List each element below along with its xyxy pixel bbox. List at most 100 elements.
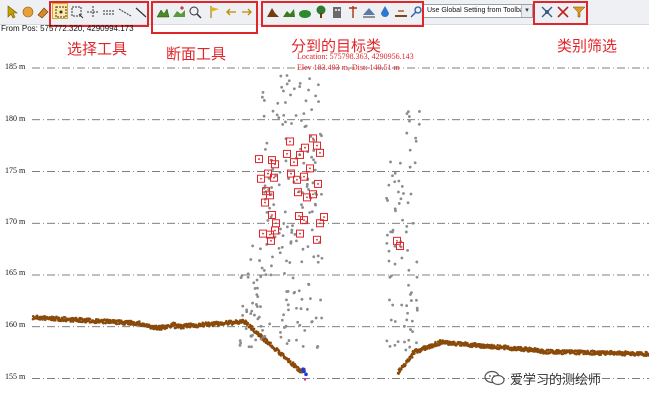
vegetation-point <box>393 262 397 266</box>
vegetation-point <box>385 339 389 343</box>
vegetation-point <box>281 123 285 126</box>
classified-point <box>303 175 305 178</box>
vegetation-point <box>302 112 306 116</box>
vegetation-point <box>389 160 392 164</box>
classified-point <box>262 232 264 235</box>
vegetation-points <box>238 74 421 352</box>
vegetation-point <box>250 309 254 313</box>
vegetation-point <box>259 247 262 251</box>
classified-point <box>264 201 266 204</box>
vegetation-point <box>277 246 281 250</box>
vegetation-point <box>286 303 290 307</box>
vegetation-point <box>262 269 266 272</box>
vegetation-point <box>307 88 310 92</box>
vegetation-point <box>285 259 288 263</box>
vegetation-point <box>393 180 397 184</box>
vegetation-point <box>415 275 419 279</box>
vegetation-point <box>313 161 317 164</box>
ground-point <box>171 324 174 328</box>
ground-point <box>54 318 57 322</box>
vegetation-point <box>310 210 314 213</box>
ground-point <box>138 320 141 323</box>
classified-point <box>317 183 319 185</box>
vegetation-point <box>298 85 302 88</box>
classified-point <box>273 176 275 179</box>
vegetation-point <box>266 219 270 222</box>
vegetation-point <box>256 317 260 321</box>
vegetation-point <box>292 291 296 295</box>
ground-point <box>399 368 403 371</box>
vegetation-point <box>283 326 286 329</box>
vegetation-point <box>287 177 290 181</box>
vegetation-point <box>385 233 389 237</box>
y-tick-175: 175 m <box>5 166 26 175</box>
vegetation-point <box>278 251 282 255</box>
vegetation-point <box>281 234 285 238</box>
vegetation-point <box>415 306 419 310</box>
vegetation-point <box>320 256 324 260</box>
vegetation-point <box>282 89 285 93</box>
vegetation-point <box>316 260 320 264</box>
vegetation-point <box>312 255 316 259</box>
vegetation-point <box>413 161 417 165</box>
ground-point <box>250 325 254 328</box>
classified-point <box>296 178 298 181</box>
vegetation-point <box>285 74 289 77</box>
y-tick-155: 155 m <box>5 372 26 381</box>
vegetation-point <box>407 268 411 272</box>
vegetation-point <box>301 206 304 209</box>
vegetation-point <box>268 206 272 210</box>
classified-point <box>299 154 301 156</box>
vegetation-point <box>312 158 315 162</box>
vegetation-point <box>310 228 314 232</box>
ground-point <box>434 340 437 344</box>
vegetation-point <box>389 274 393 278</box>
vegetation-point <box>256 286 259 290</box>
classified-point <box>312 137 314 140</box>
vegetation-point <box>407 338 411 342</box>
vegetation-point <box>279 74 283 78</box>
vegetation-point <box>285 82 289 86</box>
vegetation-point <box>246 275 250 279</box>
vegetation-point <box>239 341 242 345</box>
vegetation-point <box>314 316 318 320</box>
ground-points <box>31 314 649 375</box>
classified-point <box>269 194 271 197</box>
vegetation-point <box>256 295 260 299</box>
vegetation-point <box>405 131 409 135</box>
vegetation-point <box>304 99 308 103</box>
vegetation-point <box>303 329 307 332</box>
vegetation-point <box>299 307 303 311</box>
vegetation-point <box>261 90 265 94</box>
vegetation-point <box>386 199 389 202</box>
vegetation-point <box>314 94 318 98</box>
vegetation-point <box>404 230 408 234</box>
watermark: 爱学习的测绘师 <box>484 368 601 388</box>
wechat-icon <box>484 370 505 386</box>
vegetation-point <box>301 247 305 251</box>
vegetation-point <box>389 318 393 322</box>
vegetation-point <box>282 222 286 225</box>
vegetation-point <box>280 245 284 249</box>
classified-point <box>271 214 273 216</box>
vegetation-point <box>245 308 249 312</box>
classified-point <box>309 167 311 170</box>
vegetation-point <box>408 148 412 152</box>
y-tick-170: 170 m <box>5 217 26 226</box>
vegetation-point <box>400 303 404 307</box>
classified-point <box>312 193 314 196</box>
vegetation-point <box>282 113 286 117</box>
vegetation-point <box>270 264 273 268</box>
vegetation-point <box>271 255 274 259</box>
vegetation-point <box>316 83 320 87</box>
vegetation-point <box>244 327 248 331</box>
vegetation-point <box>393 320 397 323</box>
vegetation-point <box>279 330 282 334</box>
y-tick-185: 185 m <box>5 62 26 71</box>
ground-point <box>269 341 272 345</box>
vegetation-point <box>246 272 250 276</box>
vegetation-point <box>403 340 406 344</box>
vegetation-point <box>250 345 253 349</box>
vegetation-point <box>284 101 287 104</box>
vegetation-point <box>278 170 282 174</box>
